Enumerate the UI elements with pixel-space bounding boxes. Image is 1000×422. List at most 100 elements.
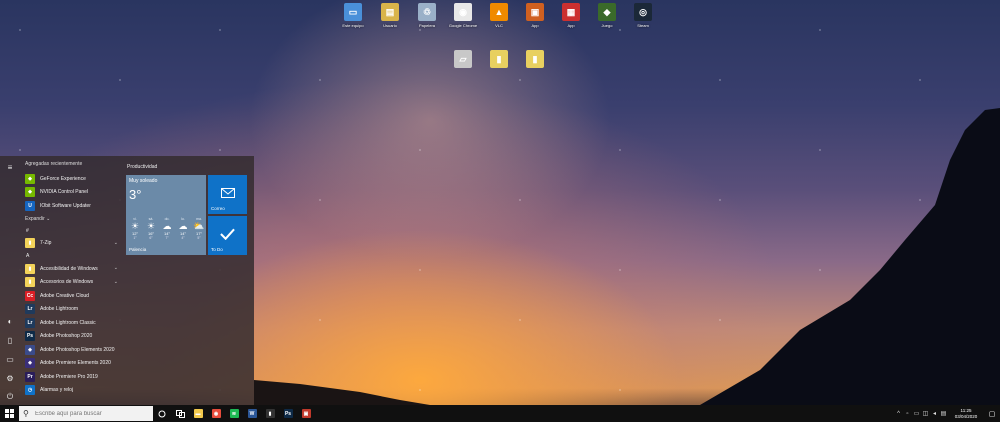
app-label: Accesorios de Windows [40, 279, 94, 285]
app-list-item[interactable]: ◈ Adobe Premiere Elements 2020 [22, 357, 122, 370]
volume-icon[interactable]: ◂ [930, 410, 939, 417]
app-list-item[interactable]: Pr Adobe Premiere Pro 2019 [22, 370, 122, 383]
mail-tile[interactable]: Correo [208, 175, 247, 214]
app-list-item[interactable]: ◆ GeForce Experience [22, 172, 122, 185]
desktop-icon-6[interactable]: ▣ App [520, 3, 550, 33]
desktop-icon-1-icon: ▭ [344, 3, 362, 21]
app-list-item[interactable]: ◈ Adobe Photoshop Elements 2020 [22, 343, 122, 356]
search-icon: ⚲ [23, 409, 29, 418]
app-list-item[interactable]: Ps Adobe Photoshop 2020 [22, 330, 122, 343]
tray-chevron-icon[interactable]: ^ [894, 411, 903, 417]
taskbar-app[interactable]: ▮ [261, 405, 279, 422]
desktop-icon-11[interactable]: ▮ [484, 50, 514, 80]
search-input[interactable] [35, 410, 145, 417]
desktop-icon-3[interactable]: ♲ Papelera [412, 3, 442, 33]
task-view-icon [175, 409, 185, 418]
hamburger-icon[interactable]: ≡ [5, 162, 15, 172]
app-icon: ◆ [25, 173, 35, 184]
taskbar-word[interactable]: W [243, 405, 261, 422]
app-list-item[interactable]: ▮ Accesorios de Windows ⌄ [22, 276, 122, 289]
letter-a[interactable]: A [26, 250, 122, 262]
weather-tile[interactable]: Muy soleado 3° vi. ☀ 12° 1° sá. ☀ 16° 6° do. ☁ 14°… [126, 175, 206, 255]
documents-icon[interactable]: ▯ [5, 335, 15, 345]
cortana-button[interactable] [153, 405, 171, 422]
checkmark-icon [220, 226, 235, 241]
app-label: Adobe Photoshop Elements 2020 [40, 346, 115, 353]
desktop-icon-2[interactable]: ▤ Usuario [375, 3, 405, 33]
desktop-icon-10[interactable]: ▱ [448, 50, 478, 80]
chevron-down-icon: ⌄ [113, 278, 118, 285]
mail-tile-label: Correo [211, 206, 225, 211]
taskbar-photoshop[interactable]: Ps [279, 405, 297, 422]
desktop-icon-6-label: App [531, 23, 539, 28]
forecast-day: sá. ☀ 16° 6° [145, 217, 157, 240]
desktop-icon-4-icon: ◉ [454, 3, 472, 21]
network-icon[interactable]: ◫ [921, 410, 930, 417]
letter-hash[interactable]: # [26, 225, 122, 237]
forecast-day: do. ☁ 14° 7° [161, 217, 173, 240]
keyboard-icon[interactable]: ▤ [939, 410, 948, 417]
app-list-item[interactable]: Cc Adobe Creative Cloud [22, 289, 122, 302]
desktop-icon-1-label: Este equipo [342, 23, 364, 28]
app-label: Adobe Lightroom Classic [40, 319, 96, 326]
app-icon: Cc [25, 290, 35, 301]
desktop-icon-7[interactable]: ▦ App [556, 3, 586, 33]
desktop-icon-5-icon: ▲ [490, 3, 508, 21]
clock-date: 03/04/2020 [954, 413, 978, 419]
weather-forecast: vi. ☀ 12° 1° sá. ☀ 16° 6° do. ☁ 14° 7° lu. ☁ 14° 4° ma. ⛅… [129, 217, 205, 240]
app-icon: Ps [25, 331, 35, 341]
forecast-day: ma. ⛅ 17° 5° [193, 217, 205, 240]
weather-icon: ☀ [146, 221, 156, 231]
app-list-item[interactable]: ◆ NVIDIA Control Panel [22, 186, 122, 199]
power-icon[interactable]: ⏻ [5, 392, 15, 402]
windows-start-button[interactable] [0, 405, 18, 422]
app-list-item[interactable]: ▮ 7-Zip ⌄ [22, 237, 122, 250]
app-list-item[interactable]: Lr Adobe Lightroom [22, 303, 122, 316]
settings-gear-icon[interactable]: ⚙ [5, 373, 15, 383]
clock[interactable]: 11:25 03/04/2020 [948, 408, 984, 419]
desktop-icon-2-label: Usuario [383, 23, 397, 28]
desktop-icon-3-label: Papelera [418, 23, 435, 28]
weather-icon: ☀ [130, 221, 140, 231]
chevron-down-icon: ⌄ [113, 239, 118, 246]
forecast-lo: 6° [149, 236, 153, 240]
app-icon: ◷ [25, 385, 35, 395]
desktop-icon-11-icon: ▮ [490, 50, 508, 68]
desktop-icon-1[interactable]: ▭ Este equipo [338, 3, 368, 33]
pictures-icon[interactable]: ▭ [5, 354, 15, 364]
desktop-icon-7-icon: ▦ [562, 3, 580, 21]
taskbar-chrome[interactable]: ◉ [207, 405, 225, 422]
desktop-icon-5[interactable]: ▲ VLC [484, 3, 514, 33]
task-view-button[interactable] [171, 405, 189, 422]
windows-logo-icon [4, 409, 14, 418]
weather-icon: ☁ [178, 221, 188, 231]
taskbar: ⚲ ▬ ◉ ≋ W ▮ Ps ▣ ^ ▫ ▭ ◫ ◂ ▤ 11:25 03/04/2020 … [0, 405, 1000, 422]
taskbar-chrome-icon: ◉ [211, 409, 221, 418]
app-icon: ▮ [25, 263, 35, 274]
app-list-item[interactable]: ▮ Accesibilidad de Windows ⌄ [22, 262, 122, 275]
tray-monitor-icon[interactable]: ▭ [912, 410, 921, 417]
search-box[interactable]: ⚲ [19, 406, 153, 421]
app-list-item[interactable]: Lr Adobe Lightroom Classic [22, 316, 122, 329]
app-icon: ◈ [25, 358, 35, 368]
expand-button[interactable]: Expandir ⌄ [25, 213, 122, 225]
app-list-item[interactable]: ◷ Alarmas y reloj [22, 384, 122, 397]
app-icon: Lr [25, 304, 35, 314]
taskbar-spotify[interactable]: ≋ [225, 405, 243, 422]
taskbar-explorer[interactable]: ▬ [189, 405, 207, 422]
notification-icon[interactable]: ▢ [984, 405, 1000, 422]
desktop-icon-9[interactable]: ◎ Steam [628, 3, 658, 33]
forecast-lo: 7° [165, 236, 169, 240]
tray-app-icon[interactable]: ▫ [903, 411, 912, 417]
todo-tile[interactable]: To Do [208, 216, 247, 255]
user-avatar-icon[interactable]: ◐ [5, 316, 15, 326]
app-label: IObit Software Updater [40, 202, 91, 209]
weather-city: Palencia [129, 247, 147, 252]
desktop-icon-8-icon: ◆ [598, 3, 616, 21]
desktop-icon-12[interactable]: ▮ [520, 50, 550, 80]
desktop-icon-4[interactable]: ◉ Google Chrome [448, 3, 478, 33]
taskbar-app2[interactable]: ▣ [297, 405, 315, 422]
app-list-item[interactable]: U IObit Software Updater [22, 199, 122, 212]
app-icon: Pr [25, 371, 35, 382]
desktop-icon-8[interactable]: ◆ Juego [592, 3, 622, 33]
